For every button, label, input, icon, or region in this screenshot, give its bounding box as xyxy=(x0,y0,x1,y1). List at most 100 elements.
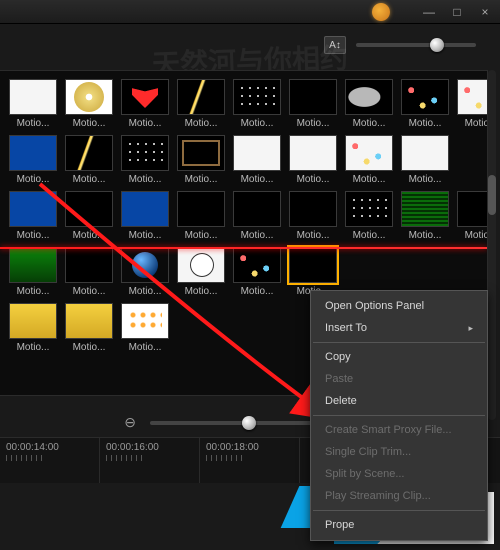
clip-item[interactable]: Motio... xyxy=(232,135,282,185)
clip-thumbnail[interactable] xyxy=(457,191,488,227)
maximize-button[interactable]: □ xyxy=(448,5,466,19)
thumb-size-slider[interactable] xyxy=(356,43,476,47)
clip-thumbnail[interactable] xyxy=(121,303,169,339)
clip-label: Motio... xyxy=(289,118,337,129)
menu-paste: Paste xyxy=(311,368,487,390)
clip-thumbnail[interactable] xyxy=(65,247,113,283)
clip-thumbnail[interactable] xyxy=(289,247,337,283)
clip-thumbnail[interactable] xyxy=(9,247,57,283)
clip-thumbnail[interactable] xyxy=(233,135,281,171)
clip-thumbnail[interactable] xyxy=(121,247,169,283)
clip-label: Motio... xyxy=(401,230,449,241)
clip-item[interactable]: Motio... xyxy=(344,191,394,241)
annotation-redline xyxy=(0,247,487,249)
clip-thumbnail[interactable] xyxy=(177,79,225,115)
clip-item[interactable]: Motio... xyxy=(120,135,170,185)
clip-thumbnail[interactable] xyxy=(401,79,449,115)
clip-label: Motio... xyxy=(121,230,169,241)
clip-thumbnail[interactable] xyxy=(401,191,449,227)
clip-item[interactable]: Motio... xyxy=(400,191,450,241)
clip-item[interactable]: Motio... xyxy=(64,191,114,241)
clip-thumbnail[interactable] xyxy=(65,303,113,339)
menu-open-options[interactable]: Open Options Panel xyxy=(311,295,487,317)
menu-copy[interactable]: Copy xyxy=(311,346,487,368)
clip-thumbnail[interactable] xyxy=(401,135,449,171)
clip-item[interactable]: Motio... xyxy=(64,79,114,129)
clip-item[interactable]: Motio... xyxy=(8,247,58,297)
thumb-size-knob[interactable] xyxy=(430,38,444,52)
clip-thumbnail[interactable] xyxy=(9,303,57,339)
clip-item[interactable]: Motio... xyxy=(232,191,282,241)
timeline-tick: 00:00:14:00 xyxy=(0,438,100,483)
clip-item[interactable]: Motio... xyxy=(120,79,170,129)
clip-label: Motio... xyxy=(177,230,225,241)
menu-delete[interactable]: Delete xyxy=(311,390,487,412)
clip-thumbnail[interactable] xyxy=(289,135,337,171)
minimize-button[interactable]: — xyxy=(420,5,438,19)
clip-thumbnail[interactable] xyxy=(177,135,225,171)
clip-item[interactable]: Motio... xyxy=(176,191,226,241)
clip-thumbnail[interactable] xyxy=(9,135,57,171)
clip-item[interactable]: Motio... xyxy=(400,135,450,185)
clip-item[interactable]: Motio... xyxy=(8,79,58,129)
clip-item[interactable]: Motio... xyxy=(176,135,226,185)
clip-item[interactable]: Motio... xyxy=(232,79,282,129)
clip-item[interactable]: Motio... xyxy=(344,79,394,129)
clip-item[interactable]: Motio... xyxy=(64,303,114,353)
clip-thumbnail[interactable] xyxy=(65,135,113,171)
clip-thumbnail[interactable] xyxy=(345,191,393,227)
zoom-knob[interactable] xyxy=(242,416,256,430)
clip-label: Motio... xyxy=(401,118,449,129)
clip-label: Motio... xyxy=(233,174,281,185)
clip-thumbnail[interactable] xyxy=(121,191,169,227)
clip-item[interactable]: Motio... xyxy=(344,135,394,185)
menu-insert-to[interactable]: Insert To ▸ xyxy=(311,317,487,339)
app-badge-icon xyxy=(372,3,390,21)
clip-item[interactable]: Motio... xyxy=(120,247,170,297)
menu-create-proxy: Create Smart Proxy File... xyxy=(311,419,487,441)
clip-label: Motio... xyxy=(121,342,169,353)
clip-thumbnail[interactable] xyxy=(233,79,281,115)
clip-thumbnail[interactable] xyxy=(9,191,57,227)
clip-item[interactable]: Motio... xyxy=(8,191,58,241)
clip-item[interactable]: Motio... xyxy=(232,247,282,297)
clip-thumbnail[interactable] xyxy=(65,191,113,227)
vertical-scrollbar[interactable] xyxy=(488,70,496,420)
menu-properties[interactable]: Prope xyxy=(311,514,487,536)
clip-thumbnail[interactable] xyxy=(233,247,281,283)
clip-item[interactable]: Motio... xyxy=(64,135,114,185)
clip-thumbnail[interactable] xyxy=(177,247,225,283)
close-button[interactable]: × xyxy=(476,5,494,19)
clip-thumbnail[interactable] xyxy=(9,79,57,115)
clip-label: Motio... xyxy=(65,174,113,185)
clip-thumbnail[interactable] xyxy=(121,79,169,115)
clip-label: Motio... xyxy=(289,174,337,185)
clip-item[interactable]: Motio... xyxy=(120,303,170,353)
clip-item[interactable]: Motio... xyxy=(456,79,488,129)
clip-thumbnail[interactable] xyxy=(345,135,393,171)
clip-item[interactable]: Motio... xyxy=(456,191,488,241)
clip-item[interactable]: Motio... xyxy=(120,191,170,241)
clip-item[interactable]: Motio... xyxy=(8,135,58,185)
clip-item[interactable]: Motio... xyxy=(288,191,338,241)
zoom-out-icon[interactable]: ⊖ xyxy=(124,414,136,431)
clip-thumbnail[interactable] xyxy=(121,135,169,171)
clip-item[interactable]: Motio... xyxy=(288,79,338,129)
sort-button[interactable]: A↕ xyxy=(324,36,346,54)
clip-thumbnail[interactable] xyxy=(289,191,337,227)
clip-item[interactable]: Motio... xyxy=(176,247,226,297)
clip-label: Motio... xyxy=(177,286,225,297)
clip-thumbnail[interactable] xyxy=(345,79,393,115)
clip-thumbnail[interactable] xyxy=(177,191,225,227)
clip-item[interactable]: Motio... xyxy=(64,247,114,297)
clip-item[interactable]: Motio... xyxy=(288,135,338,185)
clip-thumbnail[interactable] xyxy=(457,79,488,115)
scrollbar-thumb[interactable] xyxy=(488,175,496,215)
clip-item[interactable]: Motio... xyxy=(400,79,450,129)
clip-thumbnail[interactable] xyxy=(65,79,113,115)
clip-item[interactable]: Motio... xyxy=(8,303,58,353)
clip-item[interactable]: Motio... xyxy=(176,79,226,129)
clip-thumbnail[interactable] xyxy=(233,191,281,227)
clip-label: Motio... xyxy=(345,174,393,185)
clip-thumbnail[interactable] xyxy=(289,79,337,115)
